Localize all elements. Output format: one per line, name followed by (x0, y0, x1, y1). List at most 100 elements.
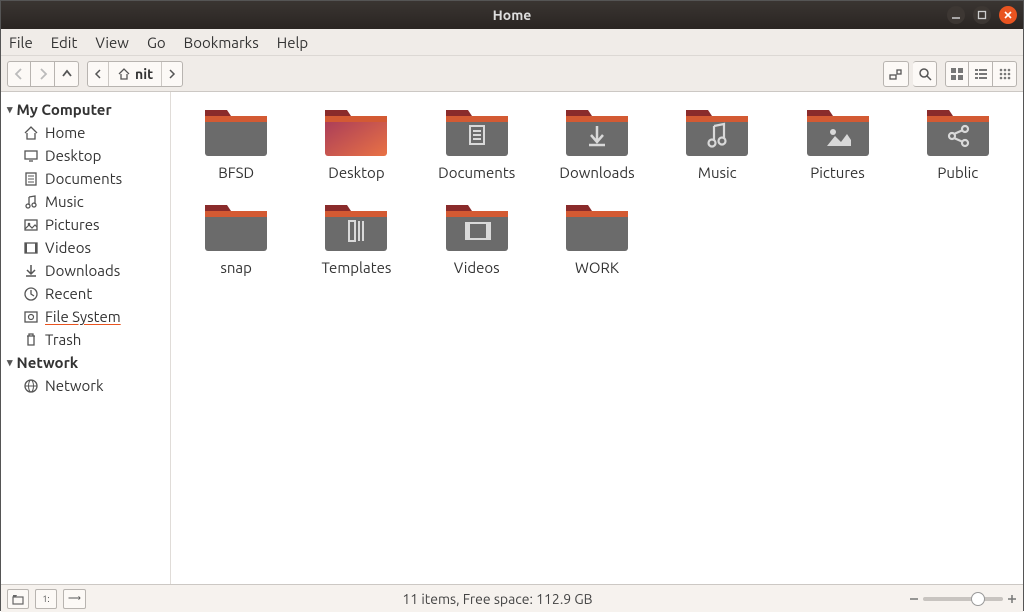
sidebar-item-label: Network (45, 377, 104, 394)
tree-section-label: My Computer (17, 101, 112, 118)
home-icon (117, 67, 131, 81)
search-icon (918, 67, 932, 81)
folder-icon (562, 199, 632, 253)
sidebar-item-label: Recent (45, 285, 92, 302)
folder-downloads[interactable]: Downloads (542, 104, 652, 181)
arrow-up-icon (61, 68, 73, 80)
path-prev-button[interactable] (88, 62, 109, 86)
show-places-button[interactable] (7, 589, 29, 609)
close-button[interactable] (999, 6, 1017, 24)
title-bar: Home (1, 1, 1023, 29)
folder-icon (682, 104, 752, 158)
sidebar-item-recent[interactable]: Recent (1, 282, 170, 305)
search-button[interactable] (913, 61, 937, 87)
show-treeview-button[interactable]: 1: (35, 589, 57, 609)
menu-go[interactable]: Go (147, 34, 166, 51)
maximize-button[interactable] (973, 6, 991, 24)
menu-view[interactable]: View (95, 34, 129, 51)
body: ▾My ComputerHomeDesktopDocumentsMusicPic… (1, 92, 1023, 584)
sidebar-item-label: File System (45, 308, 121, 325)
zoom-out-icon (909, 594, 919, 604)
trash-icon (23, 332, 39, 348)
sidebar: ▾ My Computer Home Desktop DocumentsMusicPic… (1, 92, 171, 584)
folder-label: Pictures (810, 164, 865, 181)
close-sidebar-button[interactable]: ⟶ (63, 589, 86, 609)
folder-documents[interactable]: Documents (422, 104, 532, 181)
folder-label: Desktop (328, 164, 384, 181)
folder-desktop[interactable]: Desktop (301, 104, 411, 181)
view-compact-button[interactable] (993, 61, 1017, 87)
folder-templates[interactable]: Templates (301, 199, 411, 276)
folder-music[interactable]: Music (662, 104, 772, 181)
sidebar-item-label: Desktop (45, 147, 101, 164)
toggle-location-button[interactable] (883, 61, 909, 87)
breadcrumb-home[interactable]: nit (109, 62, 162, 86)
status-text: 11 items, Free space: 112.9 GB (92, 591, 903, 607)
toolbar: nit (1, 56, 1023, 92)
folder-public[interactable]: Public (903, 104, 1013, 181)
folder-icon (923, 104, 993, 158)
folder-pictures[interactable]: Pictures (782, 104, 892, 181)
home-icon (23, 125, 39, 141)
folder-snap[interactable]: snap (181, 199, 291, 276)
sidebar-item-file-system[interactable]: File System (1, 305, 170, 328)
sidebar-item-label: Videos (45, 239, 91, 256)
path-bar: nit (87, 61, 183, 87)
icon-grid: BFSD Desktop DocumentsDownloads Music Pictur… (181, 104, 1013, 276)
sidebar-item-music[interactable]: Music (1, 190, 170, 213)
sidebar-item-documents[interactable]: Documents (1, 167, 170, 190)
folder-icon (321, 199, 391, 253)
zoom-slider[interactable] (909, 594, 1017, 604)
up-button[interactable] (55, 61, 79, 87)
sidebar-item-label: Home (45, 124, 85, 141)
folder-label: Videos (454, 259, 500, 276)
menu-edit[interactable]: Edit (51, 34, 78, 51)
arrow-right-icon (37, 68, 49, 80)
sidebar-item-videos[interactable]: Videos (1, 236, 170, 259)
caret-down-icon: ▾ (7, 103, 13, 116)
folder-icon (201, 104, 271, 158)
sidebar-item-pictures[interactable]: Pictures (1, 213, 170, 236)
folder-icon (803, 104, 873, 158)
menu-file[interactable]: File (9, 34, 33, 51)
folder-label: snap (220, 259, 252, 276)
list-icon (974, 67, 988, 81)
status-bar: 1: ⟶ 11 items, Free space: 112.9 GB (1, 584, 1023, 612)
video-icon (23, 240, 39, 256)
menu-bar: File Edit View Go Bookmarks Help (1, 29, 1023, 56)
sidebar-item-home[interactable]: Home (1, 121, 170, 144)
back-button[interactable] (7, 61, 31, 87)
folder-icon (562, 104, 632, 158)
window-title: Home (1, 7, 1023, 23)
sidebar-item-desktop[interactable]: Desktop (1, 144, 170, 167)
view-icons-button[interactable] (945, 61, 969, 87)
music-icon (23, 194, 39, 210)
recent-icon (23, 286, 39, 302)
sidebar-item-trash[interactable]: Trash (1, 328, 170, 351)
path-next-button[interactable] (162, 62, 182, 86)
doc-icon (23, 171, 39, 187)
folder-icon (442, 104, 512, 158)
tree-section-header[interactable]: ▾ My Computer (1, 98, 170, 121)
folder-icon (321, 104, 391, 158)
folder-label: Public (937, 164, 978, 181)
folder-label: Music (698, 164, 737, 181)
disk-icon (23, 309, 39, 325)
tree-section-header[interactable]: ▾ Network (1, 351, 170, 374)
sidebar-item-downloads[interactable]: Downloads (1, 259, 170, 282)
view-list-button[interactable] (969, 61, 993, 87)
folder-work[interactable]: WORK (542, 199, 652, 276)
folder-bfsd[interactable]: BFSD (181, 104, 291, 181)
forward-button[interactable] (31, 61, 55, 87)
menu-help[interactable]: Help (277, 34, 308, 51)
menu-bookmarks[interactable]: Bookmarks (184, 34, 259, 51)
minimize-button[interactable] (947, 6, 965, 24)
location-toggle-icon (888, 67, 904, 81)
folder-videos[interactable]: Videos (422, 199, 532, 276)
download-icon (23, 263, 39, 279)
tree-section-label: Network (17, 354, 79, 371)
caret-down-icon: ▾ (7, 356, 13, 369)
arrow-left-icon (13, 68, 25, 80)
sidebar-item-network[interactable]: Network (1, 374, 170, 397)
content-pane[interactable]: BFSD Desktop DocumentsDownloads Music Pictur… (171, 92, 1023, 584)
